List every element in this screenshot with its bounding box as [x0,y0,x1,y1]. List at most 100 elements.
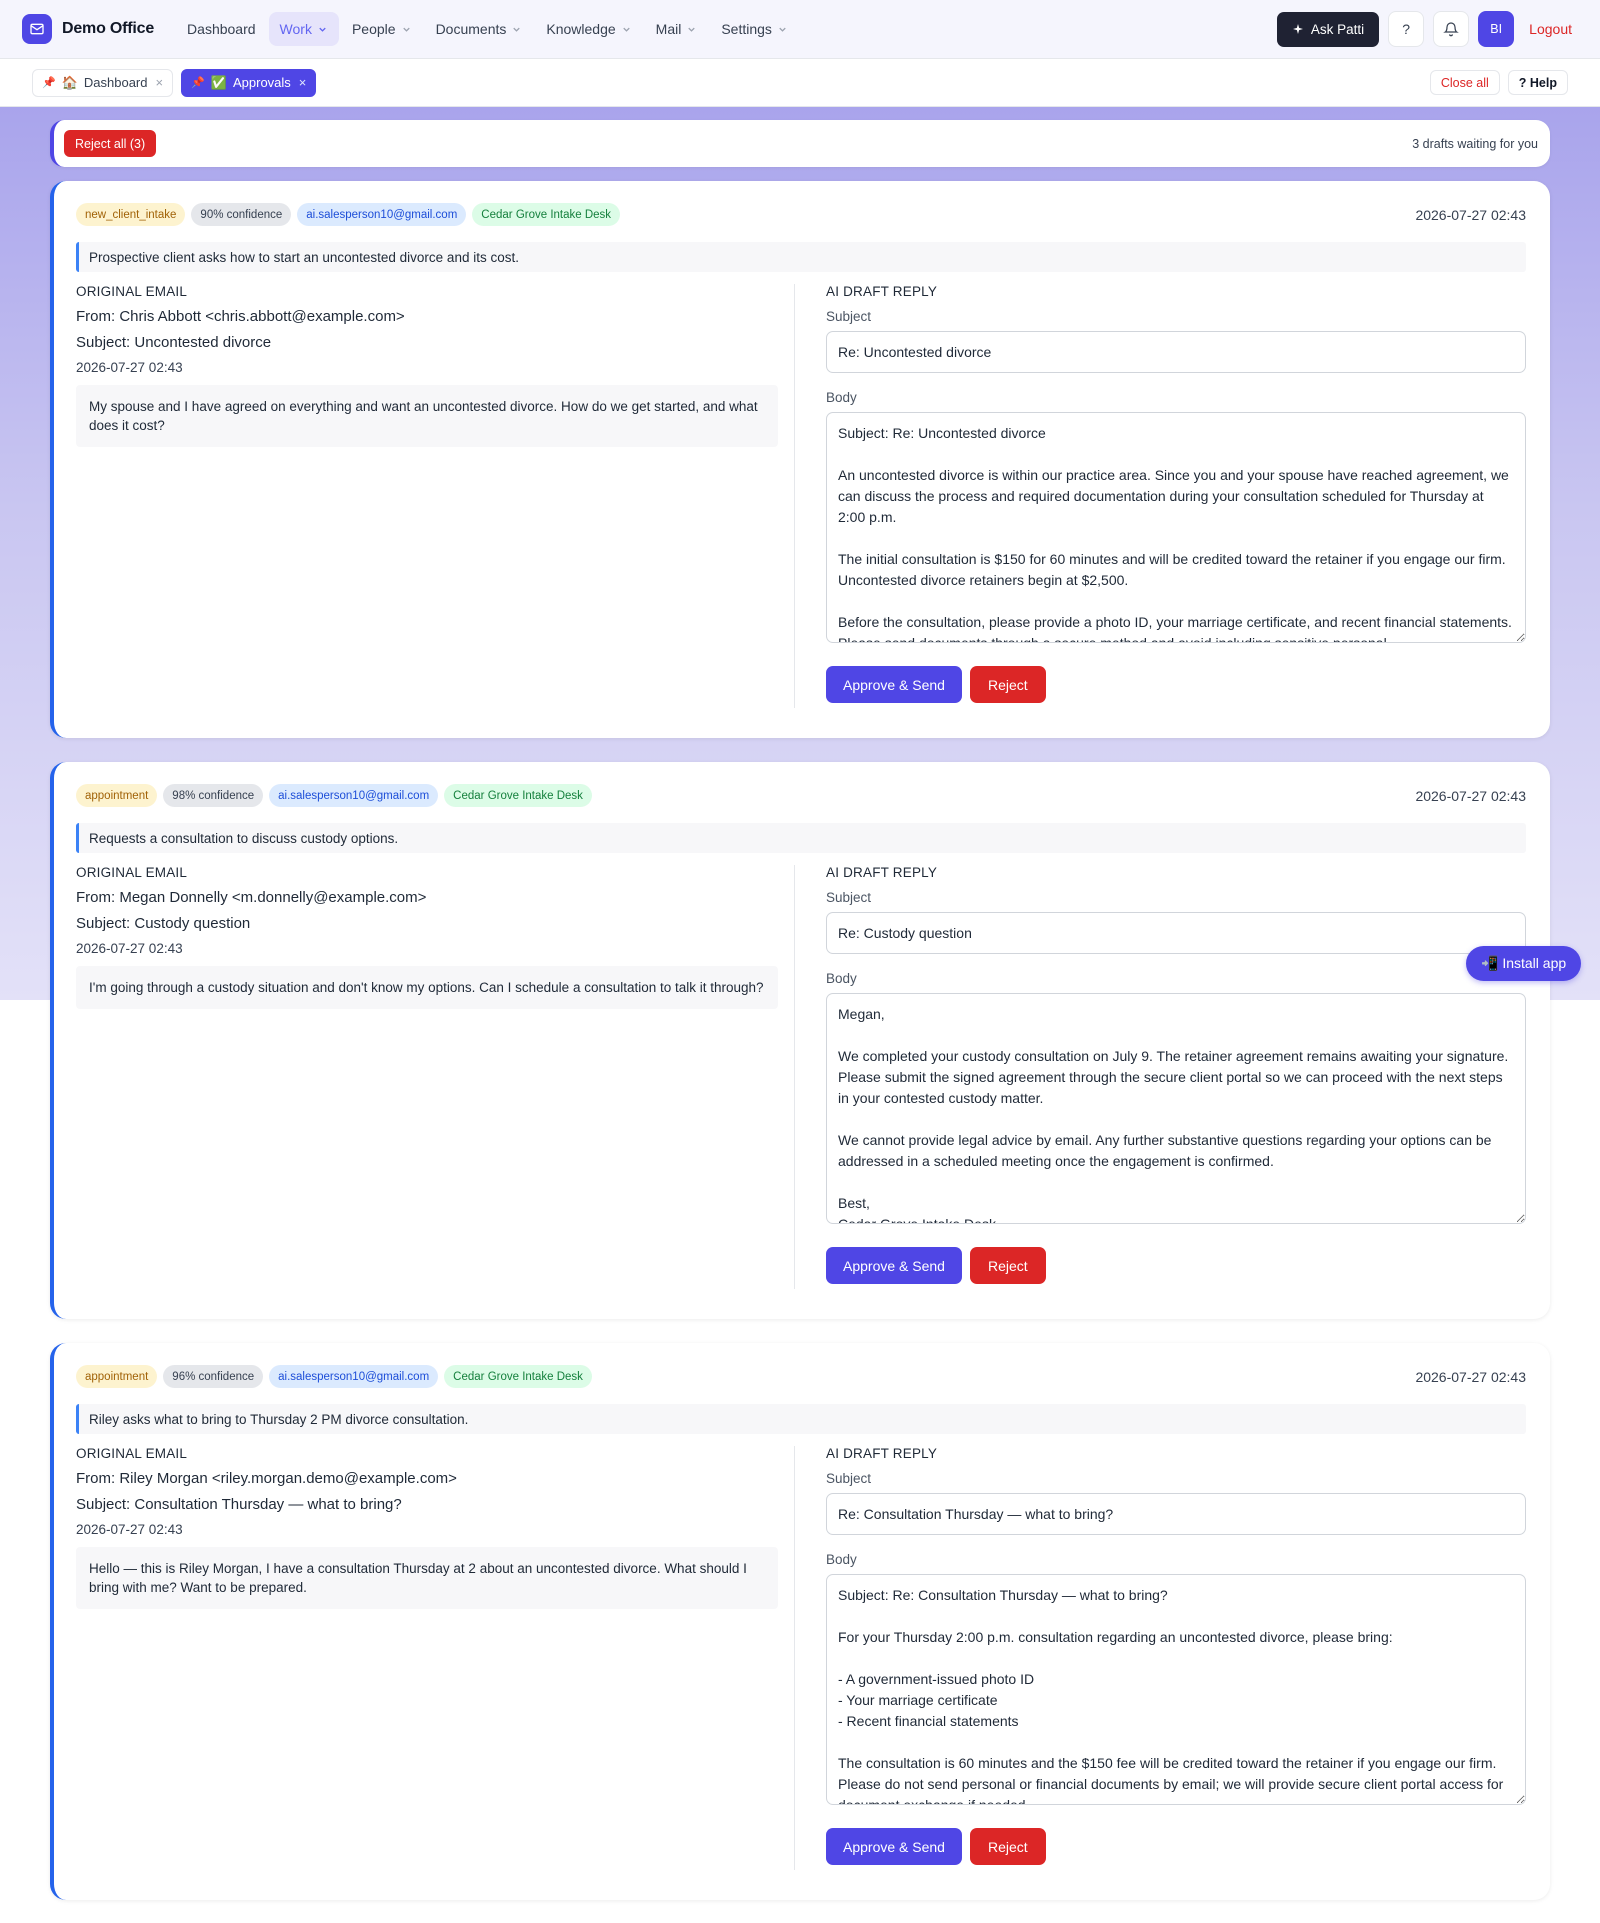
install-app-button[interactable]: 📲 Install app [1466,946,1582,981]
desk-badge: Cedar Grove Intake Desk [444,1365,592,1388]
confidence-badge: 98% confidence [163,784,264,807]
email-from: From: Riley Morgan <riley.morgan.demo@ex… [76,1470,457,1487]
ai-draft-heading: AI DRAFT REPLY [826,865,938,880]
ask-patti-label: Ask Patti [1310,21,1365,37]
top-navbar: Demo Office Dashboard Work People Docume… [0,0,1600,59]
email-subject: Subject: Custody question [76,915,251,932]
nav-dashboard[interactable]: Dashboard [176,12,267,46]
check-icon: ✅ [210,74,227,90]
notifications-button[interactable] [1433,11,1470,47]
chevron-down-icon [622,27,630,32]
reject-all-button[interactable]: Reject all (3) [64,130,157,157]
nav-label: Documents [435,21,507,37]
email-subject: Subject: Consultation Thursday — what to… [76,1496,402,1513]
email-date: 2026-07-27 02:43 [76,1522,183,1537]
nav-documents[interactable]: Documents [425,12,534,46]
confidence-badge: 90% confidence [191,203,292,226]
category-badge: appointment [76,1365,158,1388]
body-label: Body [826,971,857,986]
nav-label: Knowledge [546,21,616,37]
email-from: From: Chris Abbott <chris.abbott@example… [76,308,405,325]
tab-dashboard[interactable]: 📌 🏠 Dashboard × [32,68,174,97]
account-badge: ai.salesperson10@gmail.com [269,784,439,807]
help-tab-button[interactable]: ? Help [1507,70,1568,95]
main-nav: Dashboard Work People Documents Knowledg… [176,12,799,46]
ai-summary: Prospective client asks how to start an … [76,242,1526,272]
nav-label: Settings [721,21,772,37]
original-email-heading: ORIGINAL EMAIL [76,865,188,880]
nav-label: People [351,21,396,37]
nav-mail[interactable]: Mail [645,12,709,46]
approve-send-button[interactable]: Approve & Send [826,1247,962,1284]
reply-subject-input[interactable] [826,912,1526,954]
approvals-toolbar: Reject all (3) 3 drafts waiting for you [50,120,1550,167]
card-timestamp: 2026-07-27 02:43 [1415,206,1526,223]
nav-settings[interactable]: Settings [710,12,799,46]
help-button[interactable]: ? [1388,11,1425,47]
draft-card: appointment 96% confidence ai.salesperso… [50,1343,1550,1900]
reject-button[interactable]: Reject [969,1828,1046,1865]
chevron-down-icon [513,27,521,32]
chevron-down-icon [688,27,696,32]
chevron-down-icon [402,27,410,32]
account-badge: ai.salesperson10@gmail.com [297,203,467,226]
account-badge: ai.salesperson10@gmail.com [269,1365,439,1388]
desk-badge: Cedar Grove Intake Desk [472,203,621,226]
pin-icon: 📌 [42,77,56,89]
email-date: 2026-07-27 02:43 [76,360,183,375]
approvals-content: Reject all (3) 3 drafts waiting for you … [50,120,1550,1900]
reject-button[interactable]: Reject [969,1247,1046,1284]
ai-draft-heading: AI DRAFT REPLY [826,1446,938,1461]
card-timestamp: 2026-07-27 02:43 [1415,787,1526,804]
reject-button[interactable]: Reject [969,666,1046,703]
brand[interactable]: Demo Office [22,14,154,44]
chevron-down-icon [319,27,326,32]
body-label: Body [826,390,857,405]
draft-card: new_client_intake 90% confidence ai.sale… [50,181,1550,738]
ask-patti-button[interactable]: Ask Patti [1276,11,1380,47]
nav-label: Dashboard [187,21,256,37]
sparkle-icon [1292,24,1303,34]
nav-people[interactable]: People [341,12,423,46]
close-icon[interactable]: × [299,75,307,90]
nav-label: Work [279,21,312,37]
tab-label: Dashboard [83,75,148,90]
reply-body-textarea[interactable]: Megan, We completed your custody consult… [826,993,1526,1224]
nav-work[interactable]: Work [268,12,339,46]
email-date: 2026-07-27 02:43 [76,941,183,956]
drafts-waiting-count: 3 drafts waiting for you [1412,136,1538,151]
logout-link[interactable]: Logout [1529,21,1572,37]
email-subject: Subject: Uncontested divorce [76,334,272,351]
ai-summary: Requests a consultation to discuss custo… [76,823,1526,853]
ai-summary: Riley asks what to bring to Thursday 2 P… [76,1404,1526,1434]
category-badge: new_client_intake [76,203,186,226]
mail-logo-icon [22,14,52,44]
home-icon: 🏠 [61,74,78,90]
user-avatar[interactable]: BI [1478,11,1515,47]
bell-icon [1443,22,1460,37]
original-email-heading: ORIGINAL EMAIL [76,284,188,299]
chevron-down-icon [779,27,786,32]
question-icon: ? [1402,21,1411,37]
close-icon[interactable]: × [156,75,164,90]
email-body: I'm going through a custody situation an… [76,966,778,1009]
email-body: My spouse and I have agreed on everythin… [76,385,778,447]
tab-approvals[interactable]: 📌 ✅ Approvals × [181,68,317,97]
approve-send-button[interactable]: Approve & Send [826,1828,962,1865]
reply-body-textarea[interactable]: Subject: Re: Consultation Thursday — wha… [826,1574,1526,1805]
subject-label: Subject [826,890,872,905]
email-body: Hello — this is Riley Morgan, I have a c… [76,1547,778,1609]
approve-send-button[interactable]: Approve & Send [826,666,962,703]
nav-knowledge[interactable]: Knowledge [535,12,642,46]
reply-subject-input[interactable] [826,1493,1526,1535]
reply-subject-input[interactable] [826,331,1526,373]
draft-card: appointment 98% confidence ai.salesperso… [50,762,1550,1319]
reply-body-textarea[interactable]: Subject: Re: Uncontested divorce An unco… [826,412,1526,643]
close-all-button[interactable]: Close all [1429,70,1500,95]
email-from: From: Megan Donnelly <m.donnelly@example… [76,889,427,906]
nav-label: Mail [655,21,682,37]
original-email-heading: ORIGINAL EMAIL [76,1446,188,1461]
confidence-badge: 96% confidence [163,1365,264,1388]
subject-label: Subject [826,1471,872,1486]
tab-label: Approvals [232,75,291,90]
